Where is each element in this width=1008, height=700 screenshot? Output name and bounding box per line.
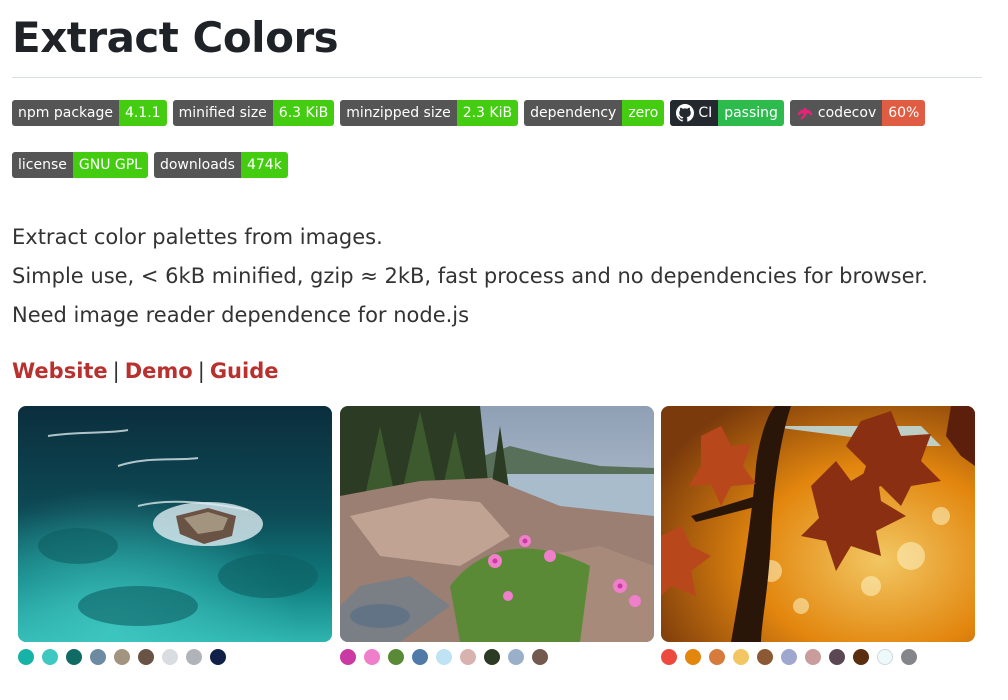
color-swatch[interactable] (805, 649, 821, 665)
badge-codecov[interactable]: codecov 60% (789, 100, 926, 126)
badge-value: GNU GPL (72, 152, 148, 178)
badge-label: minzipped size (340, 100, 457, 126)
color-swatch[interactable] (757, 649, 773, 665)
description-line: Simple use, < 6kB minified, gzip ≈ 2kB, … (12, 264, 928, 288)
color-swatch[interactable] (186, 649, 202, 665)
color-swatch[interactable] (853, 649, 869, 665)
color-swatch[interactable] (733, 649, 749, 665)
color-swatch[interactable] (340, 649, 356, 665)
badge-value: 6.3 KiB (272, 100, 335, 126)
badge-value: 474k (240, 152, 288, 178)
badge-minzipped-size[interactable]: minzipped size 2.3 KiB (340, 100, 519, 126)
coast-flowers-image[interactable] (340, 406, 654, 642)
link-separator: | (197, 359, 205, 383)
badge-row: npm package 4.1.1 minified size 6.3 KiB … (12, 100, 987, 178)
badge-label: license (12, 152, 73, 178)
color-swatch[interactable] (781, 649, 797, 665)
gallery-card (340, 406, 654, 665)
gallery-card (18, 406, 332, 665)
badge-label: dependency (524, 100, 623, 126)
badge-value: 2.3 KiB (456, 100, 519, 126)
color-swatch[interactable] (210, 649, 226, 665)
coast-flowers-illustration (340, 406, 654, 642)
link-row: Website | Demo | Guide (12, 359, 982, 383)
ocean-rock-image[interactable] (18, 406, 332, 642)
description-line: Need image reader dependence for node.js (12, 303, 470, 327)
palette (661, 649, 975, 665)
ocean-rock-illustration (18, 406, 332, 642)
description-line: Extract color palettes from images. (12, 225, 383, 249)
example-gallery (18, 406, 976, 696)
color-swatch[interactable] (388, 649, 404, 665)
badge-value: zero (622, 100, 665, 126)
badge-minified-size[interactable]: minified size 6.3 KiB (172, 100, 335, 126)
color-swatch[interactable] (532, 649, 548, 665)
color-swatch[interactable] (685, 649, 701, 665)
color-swatch[interactable] (114, 649, 130, 665)
page-title: Extract Colors (12, 13, 339, 62)
github-icon (676, 104, 695, 122)
badge-label-codecov: codecov (789, 100, 883, 126)
description: Extract color palettes from images. Simp… (12, 218, 982, 335)
badge-value: passing (718, 100, 784, 126)
color-swatch[interactable] (829, 649, 845, 665)
color-swatch[interactable] (364, 649, 380, 665)
color-swatch[interactable] (508, 649, 524, 665)
color-swatch[interactable] (460, 649, 476, 665)
palette (18, 649, 332, 665)
codecov-icon (797, 108, 813, 120)
color-swatch[interactable] (90, 649, 106, 665)
color-swatch[interactable] (877, 649, 893, 665)
color-swatch[interactable] (138, 649, 154, 665)
badge-value: 4.1.1 (118, 100, 167, 126)
guide-link[interactable]: Guide (210, 359, 279, 383)
badge-label: npm package (12, 100, 119, 126)
palette (340, 649, 654, 665)
color-swatch[interactable] (901, 649, 917, 665)
color-swatch[interactable] (42, 649, 58, 665)
color-swatch[interactable] (661, 649, 677, 665)
demo-link[interactable]: Demo (125, 359, 193, 383)
badge-label: downloads (153, 152, 241, 178)
autumn-leaves-image[interactable] (661, 406, 975, 642)
badge-downloads[interactable]: downloads 474k (153, 152, 288, 178)
color-swatch[interactable] (412, 649, 428, 665)
gallery-card (661, 406, 975, 665)
badge-dependency[interactable]: dependency zero (524, 100, 665, 126)
badge-label-text: codecov (817, 105, 877, 121)
badge-license[interactable]: license GNU GPL (12, 152, 148, 178)
color-swatch[interactable] (709, 649, 725, 665)
link-separator: | (112, 359, 120, 383)
autumn-leaves-illustration (661, 406, 975, 642)
badge-ci[interactable]: CI passing (670, 100, 784, 126)
badge-value: 60% (882, 100, 926, 126)
badge-npm-package[interactable]: npm package 4.1.1 (12, 100, 167, 126)
badge-label-text: CI (698, 105, 713, 121)
color-swatch[interactable] (484, 649, 500, 665)
badge-label: minified size (172, 100, 273, 126)
color-swatch[interactable] (162, 649, 178, 665)
badge-label-ci: CI (670, 100, 719, 126)
website-link[interactable]: Website (12, 359, 108, 383)
readme-page: Extract Colors npm package 4.1.1 minifie… (12, 0, 982, 383)
color-swatch[interactable] (18, 649, 34, 665)
title-divider (12, 77, 982, 78)
color-swatch[interactable] (436, 649, 452, 665)
color-swatch[interactable] (66, 649, 82, 665)
